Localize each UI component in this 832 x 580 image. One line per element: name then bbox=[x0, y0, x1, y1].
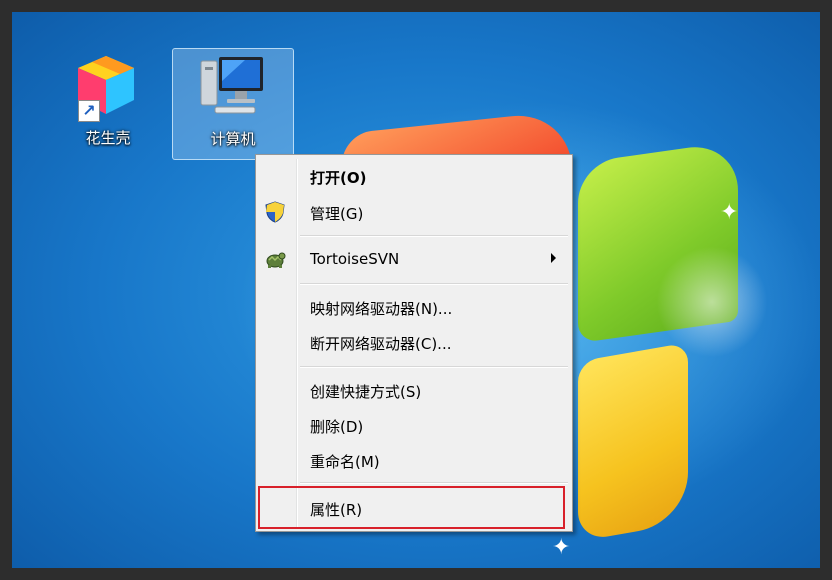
computer-icon bbox=[200, 57, 263, 114]
desktop-icon-label: 花生壳 bbox=[85, 129, 131, 147]
menu-item-disconnect-network-drive[interactable]: 断开网络驱动器(C)... bbox=[258, 327, 570, 357]
submenu-arrow-icon bbox=[551, 253, 556, 263]
menu-item-label: 重命名(M) bbox=[310, 453, 380, 471]
shortcut-arrow-icon: ↗ bbox=[78, 100, 100, 122]
screenshot-frame: ✦ ✦ ↗ 花生壳 计算机 打开(O) 管理(G) TortoiseSVN 映射… bbox=[0, 0, 832, 580]
wallpaper-butterfly-icon: ✦ bbox=[720, 200, 739, 225]
desktop-icon-computer[interactable]: 计算机 bbox=[172, 48, 294, 160]
menu-item-label: 创建快捷方式(S) bbox=[310, 383, 422, 401]
menu-item-tortoisesvn[interactable]: TortoiseSVN bbox=[258, 244, 570, 274]
menu-item-manage[interactable]: 管理(G) bbox=[258, 197, 570, 227]
menu-item-label: 管理(G) bbox=[310, 205, 364, 223]
tortoisesvn-icon bbox=[266, 252, 286, 268]
uac-shield-icon bbox=[265, 201, 285, 223]
menu-item-rename[interactable]: 重命名(M) bbox=[258, 445, 570, 475]
menu-item-label: 打开(O) bbox=[310, 169, 367, 187]
menu-item-label: TortoiseSVN bbox=[310, 250, 400, 268]
menu-separator bbox=[300, 235, 568, 237]
menu-item-create-shortcut[interactable]: 创建快捷方式(S) bbox=[258, 375, 570, 405]
wallpaper-glow bbox=[652, 242, 772, 362]
desktop-icon-label: 计算机 bbox=[210, 130, 256, 148]
desktop-icon-peanut-shell[interactable]: ↗ 花生壳 bbox=[48, 48, 168, 158]
menu-item-delete[interactable]: 删除(D) bbox=[258, 410, 570, 440]
annotation-highlight-box bbox=[258, 486, 565, 529]
menu-separator bbox=[300, 366, 568, 368]
wallpaper-sparkle-icon: ✦ bbox=[552, 535, 571, 560]
wallpaper-logo-yellow-panel bbox=[578, 342, 688, 542]
menu-item-open[interactable]: 打开(O) bbox=[258, 161, 570, 191]
menu-item-map-network-drive[interactable]: 映射网络驱动器(N)... bbox=[258, 292, 570, 322]
menu-separator bbox=[300, 283, 568, 285]
menu-separator bbox=[300, 482, 568, 484]
menu-item-label: 断开网络驱动器(C)... bbox=[310, 335, 452, 353]
menu-item-label: 删除(D) bbox=[310, 418, 364, 436]
menu-item-label: 映射网络驱动器(N)... bbox=[310, 300, 453, 318]
context-menu: 打开(O) 管理(G) TortoiseSVN 映射网络驱动器(N)... 断开… bbox=[255, 154, 573, 532]
